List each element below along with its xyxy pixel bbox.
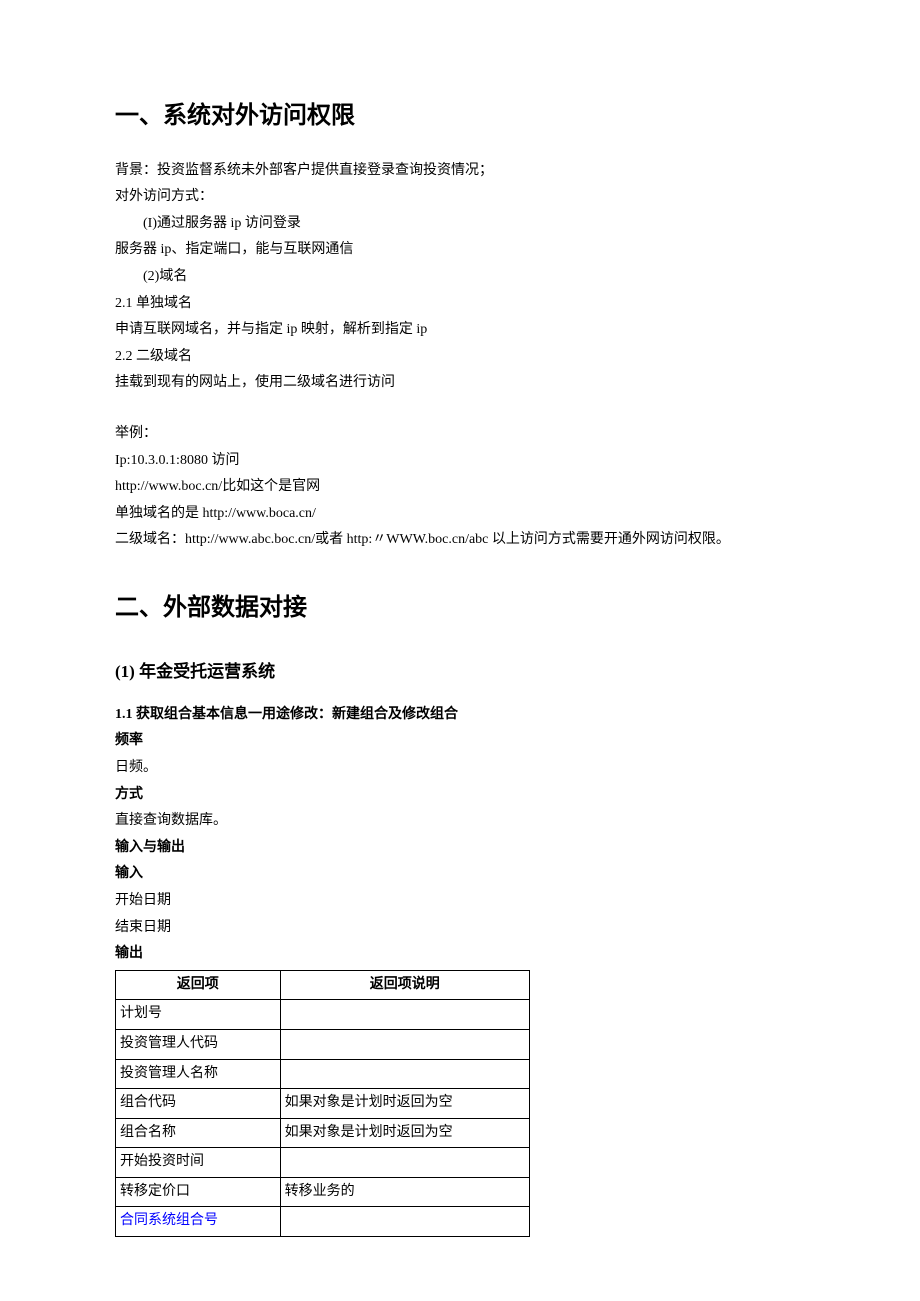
input-start-date: 开始日期 bbox=[115, 888, 805, 915]
io-label: 输入与输出 bbox=[115, 835, 805, 862]
method-2: (2)域名 bbox=[115, 264, 805, 291]
table-cell bbox=[280, 1207, 529, 1237]
example-url-official: http://www.boc.cn/比如这个是官网 bbox=[115, 474, 805, 501]
table-header-c1: 返回项 bbox=[116, 970, 281, 1000]
method-1: (I)通过服务器 ip 访问登录 bbox=[115, 211, 805, 238]
table-header-row: 返回项 返回项说明 bbox=[116, 970, 530, 1000]
table-cell bbox=[280, 1148, 529, 1178]
table-cell: 合同系统组合号 bbox=[116, 1207, 281, 1237]
table-cell bbox=[280, 1000, 529, 1030]
output-label: 输出 bbox=[115, 941, 805, 968]
item-1-1: 1.1 获取组合基本信息一用途修改：新建组合及修改组合 bbox=[115, 702, 805, 729]
freq-value: 日频。 bbox=[115, 755, 805, 782]
method-1-detail: 服务器 ip、指定端口，能与互联网通信 bbox=[115, 237, 805, 264]
table-row: 开始投资时间 bbox=[116, 1148, 530, 1178]
table-row: 投资管理人代码 bbox=[116, 1029, 530, 1059]
method-label: 方式 bbox=[115, 782, 805, 809]
section-2-sub1-title: (1) 年金受托运营系统 bbox=[115, 656, 805, 688]
table-cell: 投资管理人名称 bbox=[116, 1059, 281, 1089]
table-row: 投资管理人名称 bbox=[116, 1059, 530, 1089]
method-2-2-detail: 挂载到现有的网站上，使用二级域名进行访问 bbox=[115, 370, 805, 397]
table-cell: 投资管理人代码 bbox=[116, 1029, 281, 1059]
table-row: 组合代码 如果对象是计划时返回为空 bbox=[116, 1089, 530, 1119]
table-header-c2: 返回项说明 bbox=[280, 970, 529, 1000]
method-value: 直接查询数据库。 bbox=[115, 808, 805, 835]
example-url-secondary: 二级域名：http://www.abc.boc.cn/或者 http:〃WWW.… bbox=[115, 527, 805, 554]
table-cell: 转移定价口 bbox=[116, 1177, 281, 1207]
table-row: 合同系统组合号 bbox=[116, 1207, 530, 1237]
example-label: 举例： bbox=[115, 421, 805, 448]
example-url-single: 单独域名的是 http://www.boca.cn/ bbox=[115, 501, 805, 528]
table-row: 组合名称 如果对象是计划时返回为空 bbox=[116, 1118, 530, 1148]
method-2-1-detail: 申请互联网域名，并与指定 ip 映射，解析到指定 ip bbox=[115, 317, 805, 344]
method-2-1: 2.1 单独域名 bbox=[115, 291, 805, 318]
input-label: 输入 bbox=[115, 861, 805, 888]
table-cell: 组合名称 bbox=[116, 1118, 281, 1148]
table-cell: 如果对象是计划时返回为空 bbox=[280, 1089, 529, 1119]
table-row: 计划号 bbox=[116, 1000, 530, 1030]
input-end-date: 结束日期 bbox=[115, 915, 805, 942]
method-2-2: 2.2 二级域名 bbox=[115, 344, 805, 371]
access-methods-label: 对外访问方式： bbox=[115, 184, 805, 211]
table-row: 转移定价口 转移业务的 bbox=[116, 1177, 530, 1207]
table-cell: 组合代码 bbox=[116, 1089, 281, 1119]
table-cell bbox=[280, 1029, 529, 1059]
table-cell: 如果对象是计划时返回为空 bbox=[280, 1118, 529, 1148]
section-2-title: 二、外部数据对接 bbox=[115, 592, 805, 626]
example-ip: Ip:10.3.0.1:8080 访问 bbox=[115, 448, 805, 475]
table-cell: 转移业务的 bbox=[280, 1177, 529, 1207]
table-cell: 计划号 bbox=[116, 1000, 281, 1030]
bg-line: 背景：投资监督系统未外部客户提供直接登录查询投资情况； bbox=[115, 158, 805, 185]
section-1-title: 一、系统对外访问权限 bbox=[115, 100, 805, 134]
table-cell bbox=[280, 1059, 529, 1089]
output-table: 返回项 返回项说明 计划号 投资管理人代码 投资管理人名称 组合代码 如果对象是… bbox=[115, 970, 530, 1237]
table-cell: 开始投资时间 bbox=[116, 1148, 281, 1178]
freq-label: 频率 bbox=[115, 728, 805, 755]
